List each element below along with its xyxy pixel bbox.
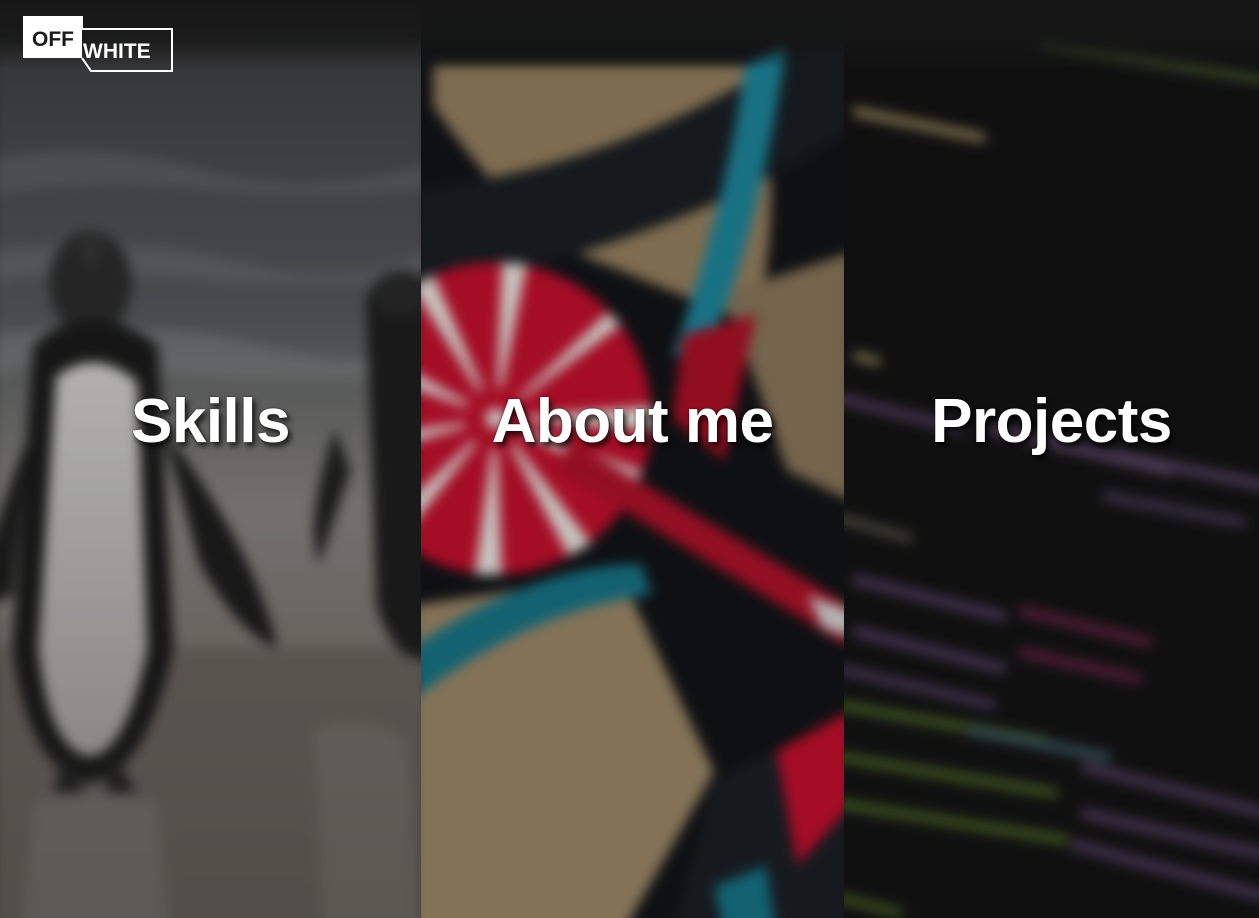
projects-label: Projects	[931, 387, 1172, 456]
nav-panels: Skills About me Projects	[0, 0, 1259, 918]
skills-panel[interactable]: Skills	[0, 0, 421, 918]
brand-logo-mark: OFF WHITE	[23, 16, 173, 72]
header: OFF WHITE	[0, 0, 1259, 80]
brand-logo[interactable]: OFF WHITE	[22, 15, 174, 73]
page: Skills About me Projects OFF WHITE	[0, 0, 1259, 918]
logo-text-top: OFF	[32, 28, 74, 51]
about-me-label: About me	[491, 387, 774, 456]
logo-text-bottom: WHITE	[83, 40, 151, 63]
about-me-panel[interactable]: About me	[421, 0, 844, 918]
projects-panel[interactable]: Projects	[844, 0, 1259, 918]
skills-label: Skills	[131, 387, 291, 456]
